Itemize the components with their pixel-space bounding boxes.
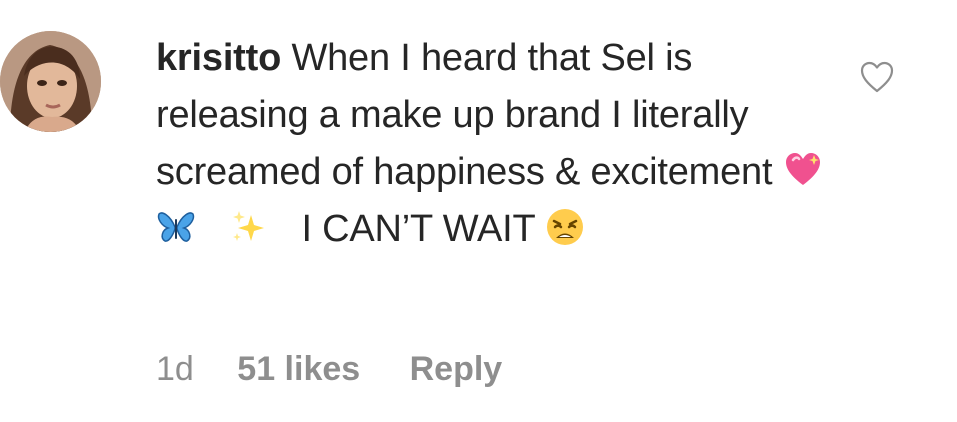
heart-outline-icon xyxy=(860,61,894,93)
butterfly-icon xyxy=(156,207,196,247)
avatar-image xyxy=(0,31,101,132)
sparkles-icon xyxy=(229,207,269,247)
comment-meta: 1d 51 likes Reply xyxy=(156,347,502,391)
comment-text-part-2: I CAN’T WAIT xyxy=(301,208,535,250)
sparkling-heart-icon xyxy=(783,150,823,190)
comment-likes-count[interactable]: 51 likes xyxy=(237,347,360,391)
comment-text: krisitto When I heard that Sel is releas… xyxy=(156,30,846,258)
like-comment-button[interactable] xyxy=(858,58,896,96)
comment-timestamp[interactable]: 1d xyxy=(156,347,194,391)
avatar[interactable] xyxy=(0,31,101,132)
reply-button[interactable]: Reply xyxy=(410,347,503,391)
weary-face-icon xyxy=(545,207,585,247)
comment-item: krisitto When I heard that Sel is releas… xyxy=(0,0,957,422)
comment-username[interactable]: krisitto xyxy=(156,37,281,79)
